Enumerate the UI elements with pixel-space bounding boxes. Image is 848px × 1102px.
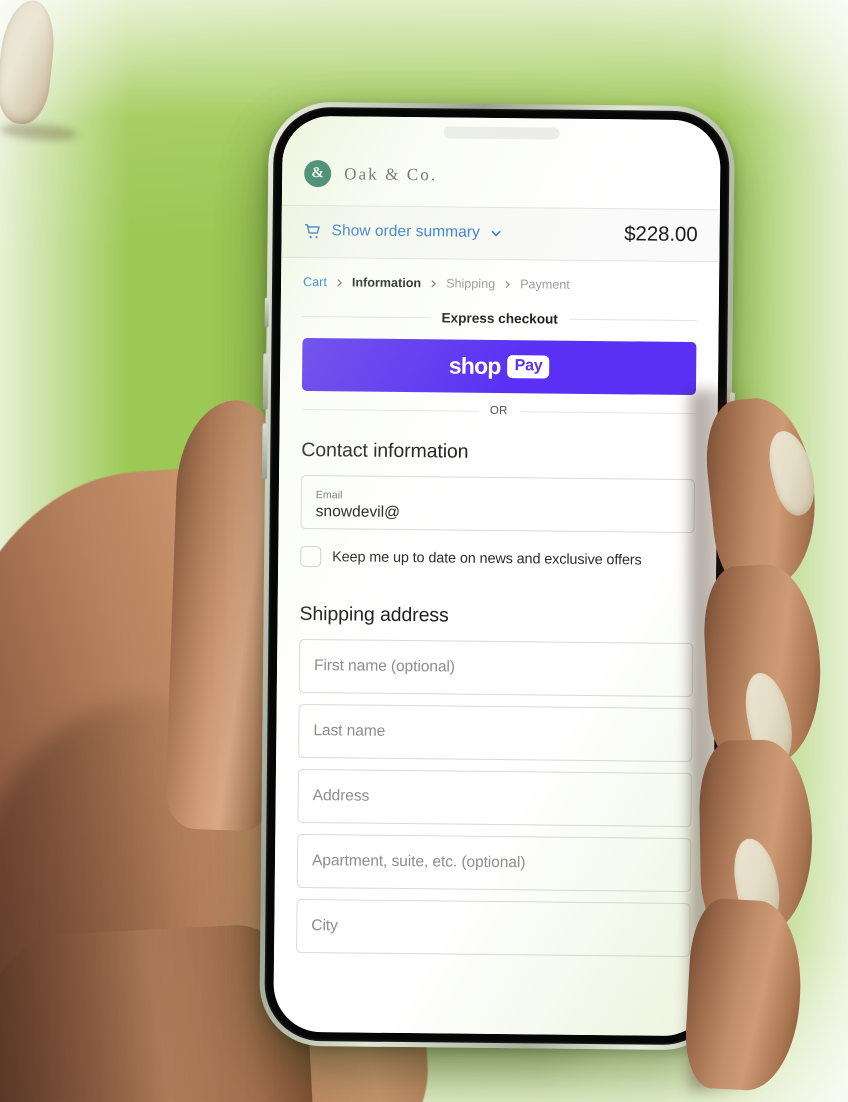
store-name[interactable]: Oak & Co. [344,164,437,185]
or-line-right [519,410,696,414]
dynamic-island [443,126,560,140]
volume-up-button[interactable] [262,353,269,410]
store-header: & Oak & Co. [282,150,721,210]
city-field-wrap: City [274,898,713,969]
order-total: $228.00 [624,222,698,247]
city-placeholder: City [311,917,338,935]
last-name-field-wrap: Last name [276,703,715,774]
volume-down-button[interactable] [261,423,268,480]
breadcrumb-step-cart[interactable]: Cart [303,275,327,289]
address-field-wrap: Address [275,768,714,839]
last-name-placeholder: Last name [313,722,386,740]
express-checkout-buttons: shop Pay [280,324,719,396]
order-summary-bar[interactable]: Show order summary $228.00 [281,204,720,263]
first-name-placeholder: First name (optional) [313,657,456,676]
first-name-field-wrap: First name (optional) [277,638,716,709]
divider-line-left [302,315,430,319]
newsletter-checkbox-label: Keep me up to date on news and exclusive… [332,548,642,569]
chevron-right-icon [337,278,342,286]
shipping-address-heading: Shipping address [299,602,449,627]
express-checkout-label: Express checkout [441,310,558,327]
show-order-summary-label: Show order summary [331,222,480,241]
breadcrumb-step-shipping: Shipping [446,276,496,291]
store-logo-icon[interactable]: & [304,159,332,188]
email-field-wrap: Email snowdevil@ [278,474,717,545]
phone-screen: & Oak & Co. Show order summary $228.00 C… [273,115,721,1037]
address-field[interactable]: Address [297,768,692,828]
silent-switch[interactable] [264,297,269,328]
address-placeholder: Address [312,787,370,805]
order-summary-toggle[interactable]: Show order summary [304,221,503,242]
breadcrumb: Cart Information Shipping Payment [281,258,719,309]
email-field[interactable]: Email snowdevil@ [300,474,696,534]
last-name-field[interactable]: Last name [298,703,693,763]
shop-pay-button[interactable]: shop Pay [301,337,697,396]
breadcrumb-step-payment: Payment [520,277,570,292]
newsletter-checkbox[interactable] [300,545,322,568]
breadcrumb-step-information[interactable]: Information [352,275,421,290]
shop-pay-wordmark: shop [448,352,501,380]
chevron-right-icon [431,279,436,287]
or-label: OR [489,404,508,418]
apartment-placeholder: Apartment, suite, etc. (optional) [311,852,526,872]
scene: & Oak & Co. Show order summary $228.00 C… [0,0,848,1102]
city-field[interactable]: City [296,898,691,958]
or-line-left [301,408,478,412]
divider-line-right [569,318,697,322]
shop-pay-badge: Pay [507,355,550,379]
chevron-down-icon [491,230,501,236]
email-field-value: snowdevil@ [315,502,401,521]
chevron-right-icon [505,280,510,288]
shop-pay-logo: shop Pay [448,352,550,380]
contact-information-heading: Contact information [301,438,469,463]
checkout-page: & Oak & Co. Show order summary $228.00 C… [273,115,721,1037]
apartment-field-wrap: Apartment, suite, etc. (optional) [275,833,714,904]
first-name-field[interactable]: First name (optional) [298,638,694,698]
apartment-field[interactable]: Apartment, suite, etc. (optional) [296,833,692,893]
shopping-cart-icon [304,223,320,238]
phone-device: & Oak & Co. Show order summary $228.00 C… [259,101,735,1051]
